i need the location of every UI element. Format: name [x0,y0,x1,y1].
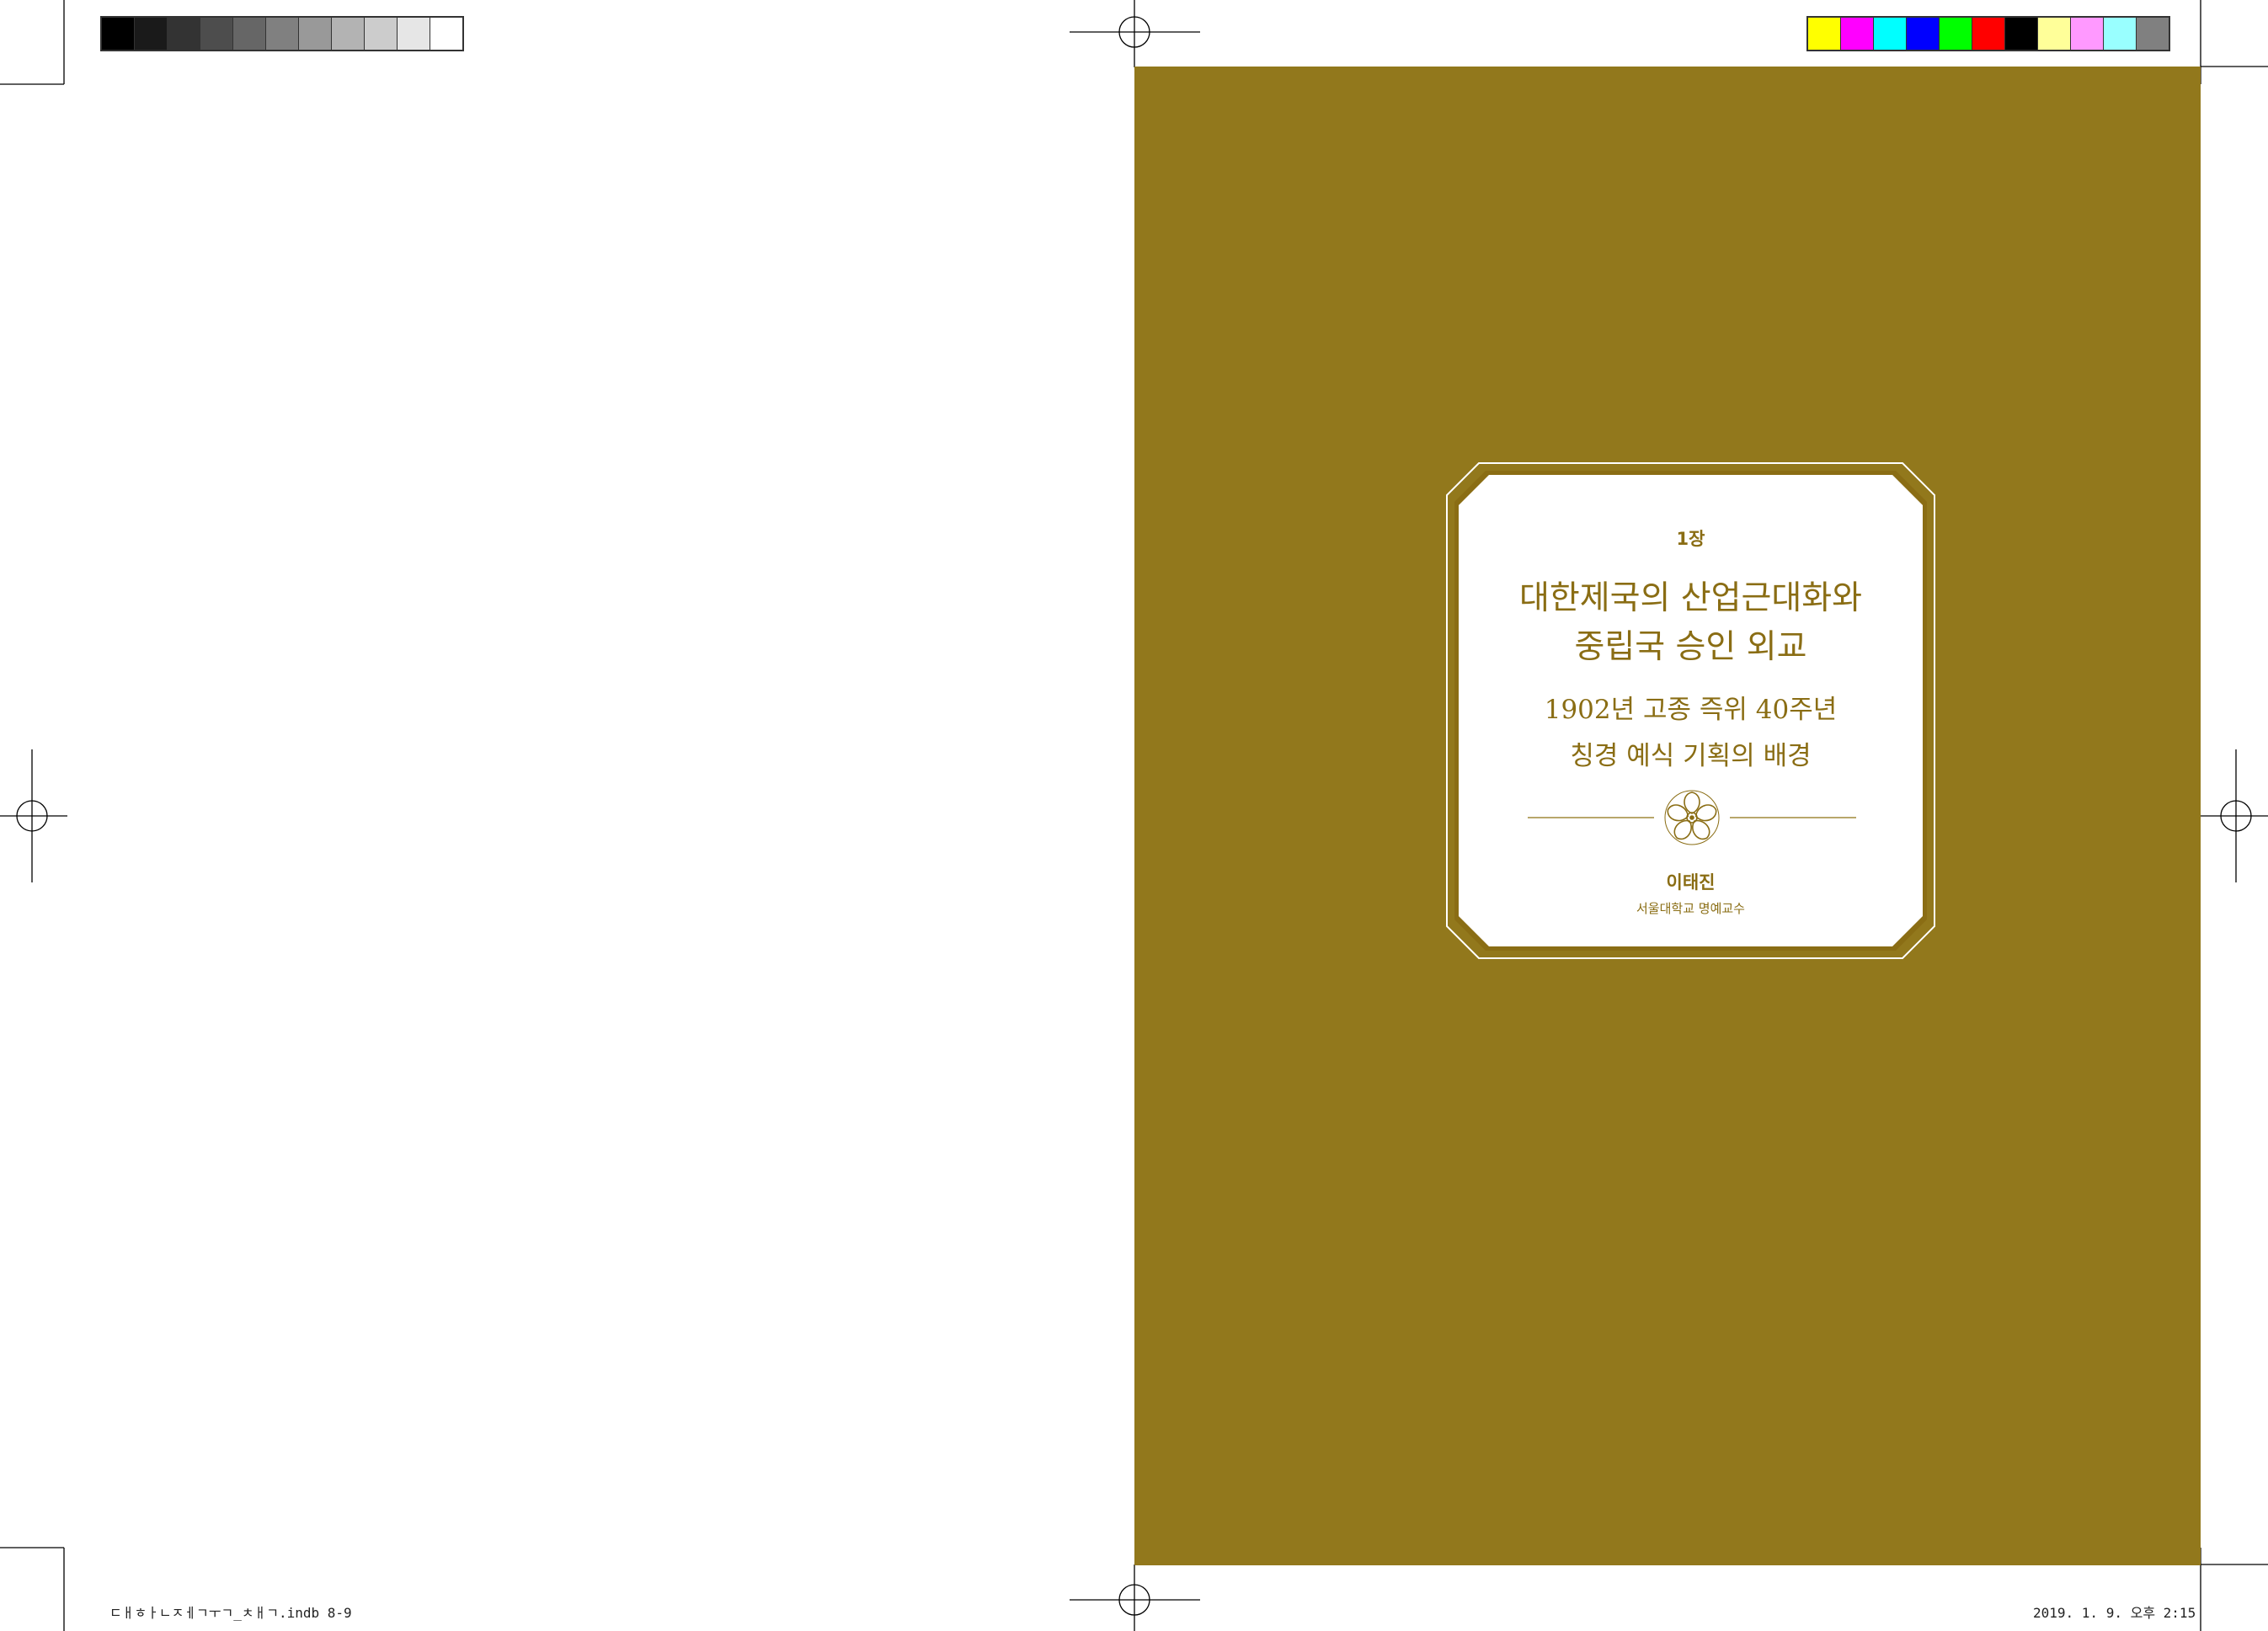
slug-timestamp: 2019. 1. 9. 오후 2:15 [2033,1605,2196,1621]
gray-swatch [332,18,365,50]
color-swatch [1940,18,1972,50]
slug-file-name: ㄷㅐㅎㅏㄴㅈㅔㄱㅜㄱ_ㅊㅐㄱ.indb 8-9 [109,1605,352,1621]
gray-swatch [233,18,266,50]
chapter-subtitle-line-1: 1902년 고종 즉위 40주년 [1544,695,1838,725]
gray-swatch [299,18,332,50]
color-swatch [2071,18,2104,50]
color-swatch [2137,18,2169,50]
color-swatch [1808,18,1841,50]
gray-swatch [200,18,233,50]
color-control-strip [1806,16,2170,51]
gray-swatch [102,18,135,50]
gray-swatch [168,18,200,50]
plum-blossom-icon [1664,790,1720,845]
color-swatch [2104,18,2137,50]
title-frame-content: 1장 대한제국의 산업근대화와 중립국 승인 외교 1902년 고종 즉위 40… [1457,473,1924,949]
ornament-divider [1528,790,1856,845]
author-name: 이태진 [1666,872,1716,893]
chapter-title-line-1: 대한제국의 산업근대화와 [1518,579,1863,617]
chapter-subtitle: 1902년 고종 즉위 40주년 칭경 예식 기획의 배경 [1457,687,1924,780]
gray-swatch [266,18,299,50]
gray-swatch [365,18,398,50]
color-swatch [1972,18,2005,50]
color-swatch [1841,18,1874,50]
chapter-label: 1장 [1676,529,1705,549]
gray-swatch [430,18,462,50]
grayscale-control-strip [100,16,464,51]
gray-swatch [135,18,168,50]
color-swatch [2038,18,2071,50]
author-affiliation: 서울대학교 명예교수 [1636,901,1745,916]
color-swatch [2005,18,2038,50]
chapter-title: 대한제국의 산업근대화와 중립국 승인 외교 [1457,574,1924,672]
chapter-subtitle-line-2: 칭경 예식 기획의 배경 [1570,741,1812,771]
color-swatch [1907,18,1940,50]
gray-swatch [398,18,430,50]
chapter-title-line-2: 중립국 승인 외교 [1574,628,1807,666]
color-swatch [1874,18,1907,50]
